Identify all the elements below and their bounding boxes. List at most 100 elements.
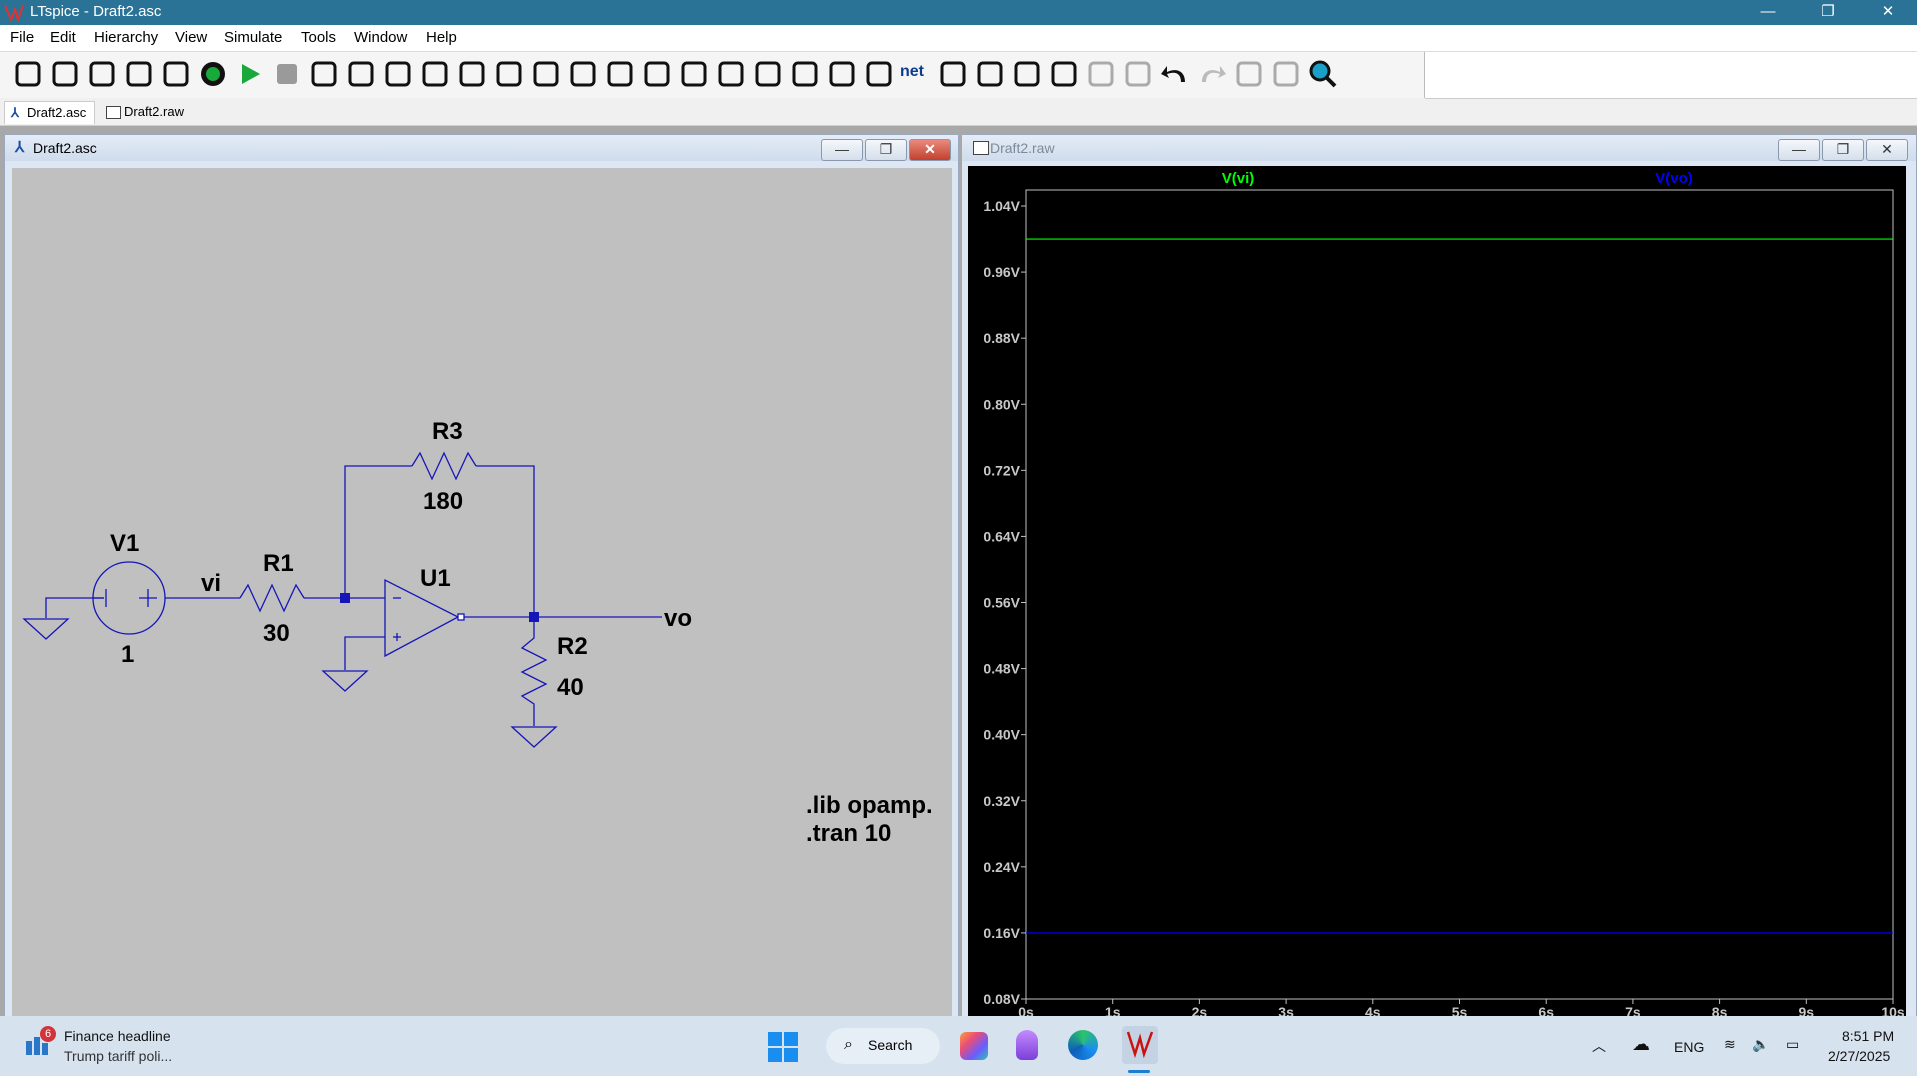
save-icon[interactable]	[123, 58, 155, 90]
run-icon[interactable]	[234, 58, 266, 90]
ltspice-logo-icon	[4, 4, 24, 22]
net-label-text: net	[900, 63, 924, 80]
language-indicator[interactable]: ENG	[1674, 1039, 1704, 1055]
r2-value-label: 40	[557, 674, 584, 701]
v1-value-label: 1	[121, 641, 135, 668]
find-icon[interactable]	[1307, 58, 1339, 90]
x-tick-label: 4s	[1365, 1004, 1381, 1016]
rotate-icon[interactable]	[1233, 58, 1265, 90]
tab-draft2-raw[interactable]: Draft2.raw	[102, 101, 192, 123]
wire	[45, 597, 104, 618]
component-place-icon[interactable]	[863, 58, 895, 90]
move-icon[interactable]	[1085, 58, 1117, 90]
y-tick-label: 0.24V	[983, 859, 1020, 875]
tile-horizontal-icon[interactable]	[345, 58, 377, 90]
ground-icon[interactable]	[641, 58, 673, 90]
r1-resistor	[239, 583, 305, 613]
r2-resistor	[520, 617, 548, 726]
trace-label[interactable]: V(vi)	[1222, 170, 1255, 187]
x-tick-label: 9s	[1799, 1004, 1815, 1016]
cloud-icon[interactable]: ☁	[1632, 1034, 1650, 1055]
ac-analysis-icon[interactable]	[197, 58, 229, 90]
waveform-chart: 1.04V 0.96V 0.88V 0.80V 0.72V 0.64V 0.56V 0.48V…	[983, 170, 1904, 1016]
redo-icon[interactable]	[1196, 58, 1228, 90]
clock-time[interactable]: 8:51 PM	[1842, 1028, 1894, 1044]
news-title[interactable]: Finance headline	[64, 1028, 171, 1044]
menu-window[interactable]: Window	[354, 29, 407, 46]
gear-icon[interactable]	[12, 58, 44, 90]
waveform-restore-button[interactable]: ❐	[1822, 139, 1864, 161]
mirror-icon[interactable]	[1270, 58, 1302, 90]
new-schematic-icon[interactable]	[49, 58, 81, 90]
diode-icon[interactable]	[826, 58, 858, 90]
y-tick-label: 0.56V	[983, 595, 1020, 611]
waveform-plot[interactable]: 1.04V 0.96V 0.88V 0.80V 0.72V 0.64V 0.56V 0.48V…	[968, 166, 1906, 1016]
delete-icon[interactable]	[1011, 58, 1043, 90]
menu-simulate[interactable]: Simulate	[224, 29, 282, 46]
menu-help[interactable]: Help	[426, 29, 457, 46]
drag-icon[interactable]	[1122, 58, 1154, 90]
component-icon[interactable]	[678, 58, 710, 90]
news-subtitle[interactable]: Trump tariff poli...	[64, 1048, 172, 1064]
y-tick-label: 0.08V	[983, 991, 1020, 1007]
open-icon[interactable]	[86, 58, 118, 90]
menu-tools[interactable]: Tools	[301, 29, 336, 46]
tab-draft2-asc[interactable]: ⅄ Draft2.asc	[4, 101, 96, 124]
spice-directive-lib[interactable]: .lib opamp.	[806, 792, 933, 820]
start-button[interactable]	[768, 1032, 798, 1062]
label-net-icon[interactable]: net	[900, 58, 932, 90]
wire-icon[interactable]	[604, 58, 636, 90]
close-button[interactable]: ✕	[1860, 0, 1916, 25]
trace-label[interactable]: V(vo)	[1655, 170, 1693, 187]
minimize-button[interactable]: —	[1740, 0, 1796, 25]
toolbar: net	[0, 52, 1425, 98]
waveform-icon	[106, 106, 121, 119]
clock-date[interactable]: 2/27/2025	[1828, 1048, 1890, 1064]
text-icon[interactable]	[937, 58, 969, 90]
duplicate-icon[interactable]	[1048, 58, 1080, 90]
waveform-minimize-button[interactable]: —	[1778, 139, 1820, 161]
schematic-canvas[interactable]: V1 1 vi R1 30 R3 180 U1 vo R2 40 .lib op…	[12, 168, 952, 1016]
taskbar: 6 Finance headline Trump tariff poli... …	[0, 1016, 1917, 1076]
waveform-icon[interactable]	[567, 58, 599, 90]
edge-browser-icon[interactable]	[1068, 1030, 1098, 1060]
r3-value-label: 180	[423, 488, 464, 515]
cascade-icon[interactable]	[382, 58, 414, 90]
volume-icon[interactable]: 🔈	[1752, 1036, 1769, 1053]
plot-frame	[1025, 189, 1894, 1000]
zoom-fit-icon[interactable]	[493, 58, 525, 90]
schematic-restore-button[interactable]: ❐	[865, 139, 907, 161]
restore-button[interactable]: ❐	[1800, 0, 1856, 25]
chevron-up-icon[interactable]: ︿	[1592, 1036, 1606, 1056]
zoom-out-icon[interactable]	[456, 58, 488, 90]
search-box[interactable]: ⌕ Search	[826, 1028, 940, 1064]
spice-directive-icon[interactable]	[974, 58, 1006, 90]
ltspice-taskbar-icon[interactable]	[1122, 1026, 1158, 1064]
zoom-area-icon[interactable]	[530, 58, 562, 90]
capacitor-icon[interactable]	[752, 58, 784, 90]
copilot-app-icon[interactable]	[960, 1032, 988, 1060]
window-title: LTspice - Draft2.asc	[30, 3, 162, 20]
battery-icon[interactable]: ▭	[1786, 1036, 1799, 1053]
inductor-icon[interactable]	[789, 58, 821, 90]
waveform-close-button[interactable]: ✕	[1866, 139, 1908, 161]
halt-icon[interactable]	[271, 58, 303, 90]
r3-resistor	[411, 451, 477, 481]
purple-app-icon[interactable]	[1016, 1030, 1038, 1060]
schematic-minimize-button[interactable]: —	[821, 139, 863, 161]
menu-hierarchy[interactable]: Hierarchy	[94, 29, 158, 46]
print-icon[interactable]	[160, 58, 192, 90]
resistor-icon[interactable]	[715, 58, 747, 90]
wifi-icon[interactable]: ≋	[1724, 1036, 1736, 1053]
menu-file[interactable]: File	[10, 29, 34, 46]
tile-vertical-icon[interactable]	[308, 58, 340, 90]
zoom-in-icon[interactable]	[419, 58, 451, 90]
spice-directive-tran[interactable]: .tran 10	[806, 820, 891, 848]
y-tick-label: 0.40V	[983, 727, 1020, 743]
menu-edit[interactable]: Edit	[50, 29, 76, 46]
r3-name-label: R3	[432, 418, 463, 445]
x-tick-label: 2s	[1192, 1004, 1208, 1016]
schematic-close-button[interactable]: ✕	[909, 139, 951, 161]
undo-icon[interactable]	[1159, 58, 1191, 90]
menu-view[interactable]: View	[175, 29, 207, 46]
